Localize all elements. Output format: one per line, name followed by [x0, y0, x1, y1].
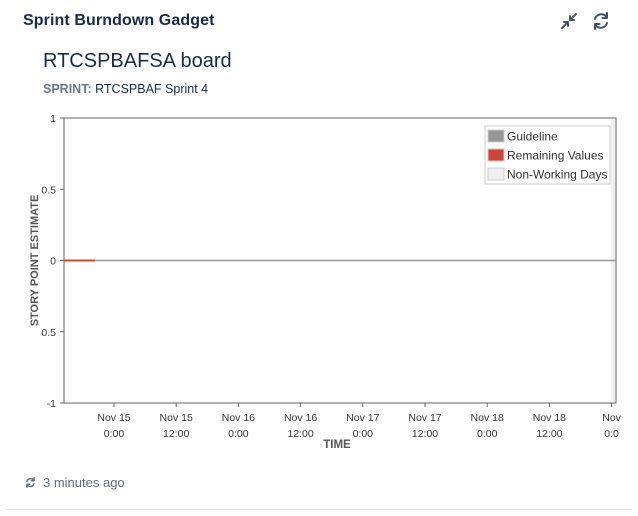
x-tick-label: 12:00: [287, 428, 313, 440]
x-tick-label: Nov 15: [160, 412, 193, 424]
y-axis-label: STORY POINT ESTIMATE: [29, 195, 41, 327]
legend-label: Non-Working Days: [507, 168, 607, 182]
x-tick-label: Nov: [602, 412, 621, 424]
burndown-chart: 1 0.5 0 0.5 -1 Nov 15 0:00 Nov 15 12:00 Nov 16 0:0…: [26, 110, 626, 465]
sprint-label: SPRINT:: [43, 82, 92, 96]
gadget-header: Sprint Burndown Gadget: [6, 0, 632, 40]
refresh-icon[interactable]: [24, 476, 37, 489]
y-tick-label: -1: [47, 398, 56, 410]
last-updated: 3 minutes ago: [24, 475, 125, 490]
legend-label: Remaining Values: [507, 149, 604, 163]
x-tick-label: Nov 16: [222, 412, 255, 424]
legend-label: Guideline: [507, 130, 558, 144]
gadget-title: Sprint Burndown Gadget: [23, 12, 215, 29]
x-tick-label: 0:00: [353, 428, 374, 440]
y-tick-label: 0.5: [41, 327, 56, 339]
y-tick-label: 0: [50, 256, 56, 268]
x-tick-label: 0:00: [228, 428, 249, 440]
y-tick-label: 1: [50, 113, 56, 125]
x-tick-label: 0:0: [604, 428, 619, 440]
x-tick-label: Nov 17: [408, 412, 441, 424]
x-axis-label: TIME: [323, 439, 351, 451]
board-name: RTCSPBAFSA board: [43, 50, 232, 72]
x-tick-label: Nov 18: [533, 412, 566, 424]
sprint-burndown-gadget: Sprint Burndown Gadget RTCSPBAFSA board …: [6, 0, 632, 510]
x-tick-label: Nov 17: [346, 412, 379, 424]
last-updated-text: 3 minutes ago: [43, 475, 125, 490]
sprint-info: SPRINT: RTCSPBAF Sprint 4: [43, 82, 208, 96]
collapse-arrows-icon[interactable]: [558, 10, 580, 32]
legend-swatch: [487, 167, 505, 181]
burndown-chart-svg: 1 0.5 0 0.5 -1 Nov 15 0:00 Nov 15 12:00 Nov 16 0:0…: [29, 113, 622, 451]
x-tick-label: 12:00: [536, 428, 562, 440]
x-tick-label: 0:00: [477, 428, 498, 440]
x-tick-label: 12:00: [163, 428, 189, 440]
legend-swatch: [487, 148, 505, 162]
x-tick-label: Nov 16: [284, 412, 317, 424]
legend-swatch: [487, 129, 505, 143]
sprint-value: RTCSPBAF Sprint 4: [95, 82, 209, 96]
x-tick-label: 0:00: [104, 428, 125, 440]
y-tick-label: 0.5: [41, 184, 56, 196]
x-tick-label: Nov 18: [471, 412, 504, 424]
refresh-icon[interactable]: [590, 10, 612, 32]
x-tick-label: 12:00: [412, 428, 438, 440]
x-tick-label: Nov 15: [97, 412, 130, 424]
